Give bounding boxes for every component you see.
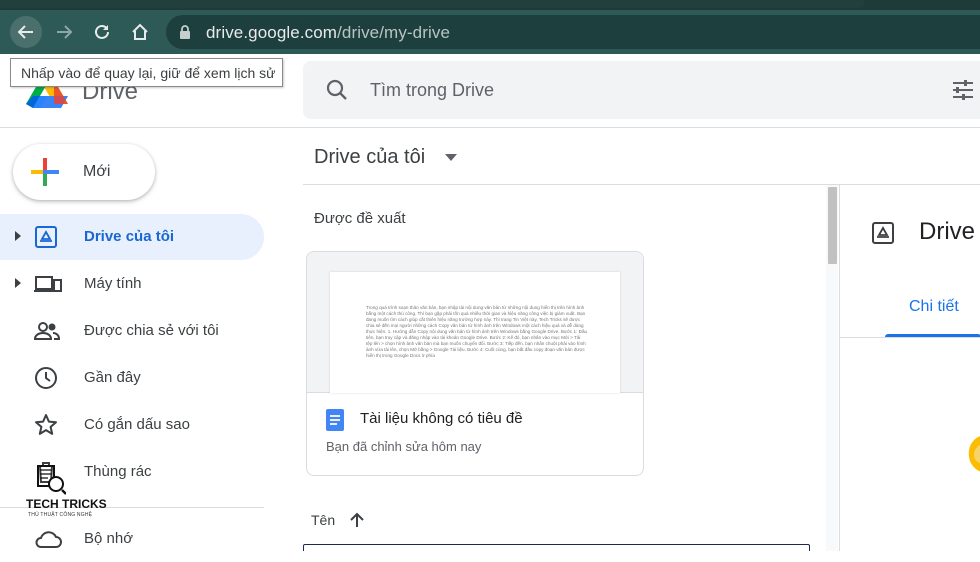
home-button[interactable]: [124, 16, 156, 48]
lock-icon: [180, 25, 190, 39]
sidebar-item-computers[interactable]: Máy tính: [0, 261, 264, 307]
watermark: TECH TRICKS THỦ THUẬT CÔNG NGHỆ: [26, 462, 107, 518]
dropdown-arrow-icon[interactable]: [445, 154, 457, 161]
sidebar-item-my-drive[interactable]: Drive của tôi: [0, 214, 264, 260]
details-divider: [840, 337, 980, 338]
my-drive-icon: [872, 222, 894, 244]
details-title: Drive: [919, 218, 976, 245]
url-host: drive.google.com: [206, 23, 338, 42]
star-icon: [35, 414, 57, 435]
document-preview: Trong quá trình soạn thảo văn bản, bạn n…: [330, 272, 620, 393]
search-options-icon[interactable]: [951, 79, 975, 101]
sidebar-item-label: Có gắn dấu sao: [84, 416, 190, 433]
computers-icon: [34, 276, 62, 292]
new-button-label: Mới: [83, 163, 111, 180]
page-title[interactable]: Drive của tôi: [314, 146, 425, 169]
sidebar-item-label: Máy tính: [84, 275, 142, 292]
search-icon[interactable]: [325, 78, 349, 102]
suggested-file-card[interactable]: Trong quá trình soạn thảo văn bản, bạn n…: [306, 251, 644, 476]
sidebar-item-label: Được chia sẻ với tôi: [84, 322, 219, 339]
file-list-row[interactable]: [303, 544, 810, 551]
reload-icon: [95, 24, 109, 39]
suggested-heading: Được đề xuất: [314, 210, 406, 227]
home-icon: [132, 23, 148, 40]
scrollbar-thumb[interactable]: [828, 187, 837, 264]
file-activity: Bạn đã chỉnh sửa hôm nay: [326, 439, 482, 454]
header-divider: [0, 127, 980, 128]
sidebar-item-recent[interactable]: Gần đây: [0, 355, 264, 401]
tab-details[interactable]: Chi tiết: [909, 298, 959, 316]
browser-tab-strip: [0, 0, 980, 10]
active-tab-edge: [0, 0, 865, 8]
sidebar-item-label: Bộ nhớ: [84, 530, 134, 547]
tech-tricks-logo-icon: [37, 465, 67, 495]
sidebar-item-label: Drive của tôi: [84, 228, 175, 245]
expand-caret-icon[interactable]: [14, 231, 22, 241]
clock-icon: [35, 367, 57, 389]
new-button[interactable]: Mới: [13, 144, 155, 200]
search-input[interactable]: Tìm trong Drive: [370, 80, 494, 101]
back-button[interactable]: [10, 16, 42, 48]
url-path: /drive/my-drive: [337, 23, 451, 42]
sidebar-item-label: Thùng rác: [84, 463, 152, 480]
shared-people-icon: [34, 322, 60, 340]
forward-button[interactable]: [48, 16, 80, 48]
address-bar[interactable]: drive.google.com/drive/my-drive: [166, 15, 980, 49]
details-panel: Drive Chi tiết: [839, 185, 980, 551]
url-text: drive.google.com/drive/my-drive: [206, 23, 450, 43]
sort-column-name[interactable]: Tên: [311, 512, 335, 528]
plus-icon: [31, 158, 59, 186]
file-thumbnail: Trong quá trình soạn thảo văn bản, bạn n…: [307, 252, 643, 393]
search-bar[interactable]: Tìm trong Drive: [303, 61, 980, 119]
back-tooltip: Nhấp vào để quay lại, giữ để xem lịch sử: [10, 58, 283, 87]
sidebar-item-shared[interactable]: Được chia sẻ với tôi: [0, 308, 264, 354]
watermark-title: TECH TRICKS: [26, 497, 107, 511]
sidebar-item-starred[interactable]: Có gắn dấu sao: [0, 402, 264, 448]
arrow-right-icon: [57, 25, 73, 39]
sidebar-item-storage[interactable]: Bộ nhớ: [0, 516, 264, 562]
google-docs-icon: [326, 409, 344, 431]
my-drive-icon: [35, 226, 57, 248]
cloud-icon: [35, 531, 62, 548]
watermark-subtitle: THỦ THUẬT CÔNG NGHỆ: [28, 512, 93, 518]
file-name: Tài liệu không có tiêu đề: [360, 410, 523, 427]
reload-button[interactable]: [86, 16, 118, 48]
sidebar-item-label: Gần đây: [84, 369, 141, 386]
document-preview-text: Trong quá trình soạn thảo văn bản, bạn n…: [366, 305, 588, 358]
arrow-up-icon[interactable]: [349, 512, 365, 528]
browser-toolbar: drive.google.com/drive/my-drive: [0, 10, 980, 54]
illustration-icon: [968, 436, 980, 472]
arrow-left-icon: [17, 25, 33, 39]
expand-caret-icon[interactable]: [14, 278, 22, 288]
